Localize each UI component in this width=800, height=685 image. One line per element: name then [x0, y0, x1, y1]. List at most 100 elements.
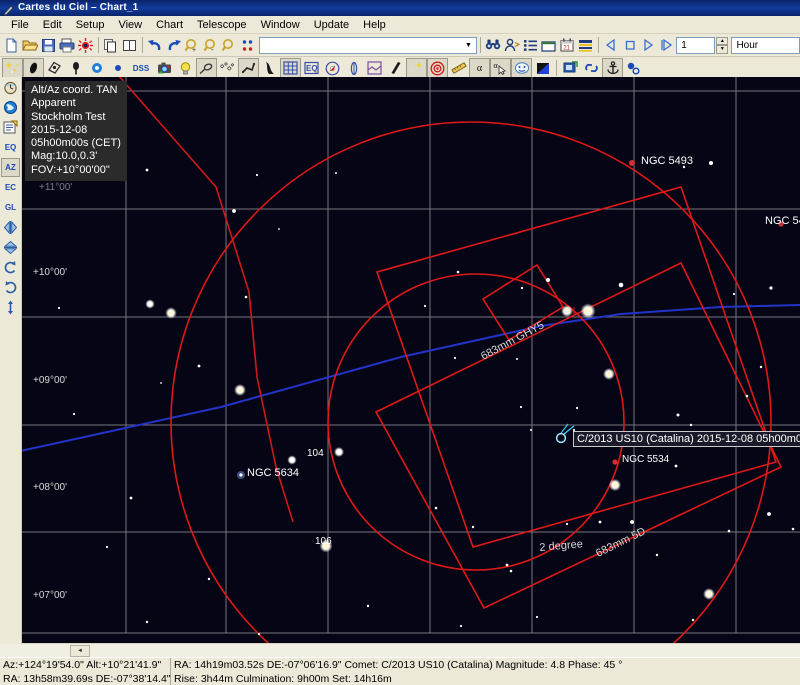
star[interactable]	[566, 523, 568, 525]
star[interactable]	[73, 413, 75, 415]
comet-button[interactable]	[196, 58, 217, 78]
anchor-button[interactable]	[602, 58, 623, 78]
star[interactable]	[656, 554, 658, 556]
star[interactable]	[706, 591, 713, 598]
sparkle-button[interactable]	[406, 58, 427, 78]
star[interactable]	[424, 305, 426, 307]
star[interactable]	[367, 605, 369, 607]
star[interactable]	[767, 512, 771, 516]
star[interactable]	[146, 169, 149, 172]
selected-object-label[interactable]: C/2013 US10 (Catalina) 2015-12-08 05h00m…	[573, 431, 800, 447]
star[interactable]	[198, 365, 201, 368]
milky-way-button[interactable]	[343, 58, 364, 78]
star[interactable]	[58, 307, 60, 309]
star[interactable]	[278, 228, 280, 230]
ngc-5493-label[interactable]: NGC 5493	[641, 155, 693, 167]
star-106-label[interactable]: 106	[315, 536, 332, 547]
sun-red-button[interactable]	[76, 35, 95, 55]
star[interactable]	[530, 429, 532, 431]
observer-button[interactable]	[502, 35, 521, 55]
menu-setup[interactable]: Setup	[69, 17, 112, 33]
star[interactable]	[516, 358, 518, 360]
ngc-5534-label[interactable]: NGC 5534	[622, 454, 669, 465]
date-button[interactable]: 21	[558, 35, 577, 55]
menu-telescope[interactable]: Telescope	[190, 17, 254, 33]
menu-file[interactable]: File	[4, 17, 36, 33]
ruler-button[interactable]	[448, 58, 469, 78]
star[interactable]	[675, 465, 678, 468]
star[interactable]	[690, 424, 692, 426]
horizontal-scrollbar[interactable]: ◄	[0, 643, 800, 658]
star[interactable]	[237, 387, 244, 394]
print-button[interactable]	[58, 35, 77, 55]
dot-blue-button[interactable]	[107, 58, 128, 78]
sidebar-ec-button[interactable]: EC	[1, 178, 20, 197]
star[interactable]	[692, 619, 694, 621]
star[interactable]	[232, 209, 236, 213]
spinner-up-icon[interactable]: ▲	[716, 37, 728, 46]
ngc-5476-label[interactable]: NGC 5476	[765, 215, 800, 227]
star[interactable]	[208, 578, 210, 580]
nebula-button[interactable]	[23, 58, 44, 78]
object-list-button[interactable]	[521, 35, 540, 55]
sidebar-earth-button[interactable]	[1, 98, 20, 117]
time-step-spinner[interactable]: ▲ ▼	[716, 37, 728, 54]
menu-view[interactable]: View	[111, 17, 149, 33]
time-step-forward-button[interactable]	[658, 35, 677, 55]
calendar-button[interactable]	[540, 35, 559, 55]
star[interactable]	[256, 174, 258, 176]
eq-grid-button[interactable]: EQ	[301, 58, 322, 78]
planetary-nebula-button[interactable]	[65, 58, 86, 78]
time-play-button[interactable]	[639, 35, 658, 55]
save-chart-button[interactable]	[39, 35, 58, 55]
star[interactable]	[335, 172, 337, 174]
star[interactable]	[630, 520, 634, 524]
star[interactable]	[760, 366, 762, 368]
star[interactable]	[746, 395, 749, 398]
link-button[interactable]	[581, 58, 602, 78]
sidebar-az-button[interactable]: AZ	[1, 158, 20, 177]
sidebar-gl-button[interactable]: GL	[1, 198, 20, 217]
sidebar-eq-button[interactable]: EQ	[1, 138, 20, 157]
redo-button[interactable]	[164, 35, 183, 55]
alpha-coord-button[interactable]: α	[469, 58, 490, 78]
zoom-selection-button[interactable]	[238, 35, 257, 55]
time-step-unit[interactable]: Hour	[731, 37, 800, 54]
sidebar-flip-button[interactable]	[1, 298, 20, 317]
star[interactable]	[245, 296, 248, 299]
star[interactable]	[147, 301, 152, 306]
night-vision-button[interactable]	[532, 58, 553, 78]
sidebar-chart-setup-button[interactable]	[1, 118, 20, 137]
star[interactable]	[709, 161, 713, 165]
star[interactable]	[728, 530, 731, 533]
sidebar-rotate-cw-button[interactable]	[1, 278, 20, 297]
time-step-value[interactable]: 1	[676, 37, 715, 54]
photo-button[interactable]	[154, 58, 175, 78]
star[interactable]	[769, 286, 772, 289]
star[interactable]	[130, 497, 133, 500]
star[interactable]	[258, 633, 260, 635]
time-step-back-button[interactable]	[602, 35, 621, 55]
search-button[interactable]	[484, 35, 503, 55]
scroll-thumb[interactable]: ◄	[70, 645, 90, 657]
sky-chart-canvas[interactable]: Alt/Az coord. TAN Apparent Stockholm Tes…	[21, 77, 800, 643]
compass-button[interactable]	[322, 58, 343, 78]
star[interactable]	[792, 528, 795, 531]
galaxy-button[interactable]	[44, 58, 65, 78]
stars-button[interactable]	[2, 58, 23, 78]
star[interactable]	[146, 621, 148, 623]
star[interactable]	[546, 278, 550, 282]
grid-button[interactable]	[280, 58, 301, 78]
star[interactable]	[599, 521, 602, 524]
star[interactable]	[336, 449, 342, 455]
lightbulb-button[interactable]	[175, 58, 196, 78]
zoom-in-button[interactable]: +	[183, 35, 202, 55]
star[interactable]	[160, 382, 162, 384]
spinner-down-icon[interactable]: ▼	[716, 45, 728, 54]
star[interactable]	[289, 457, 294, 462]
sidebar-rotate-ccw-button[interactable]	[1, 258, 20, 277]
star[interactable]	[733, 293, 735, 295]
time-stop-button[interactable]	[621, 35, 640, 55]
undo-button[interactable]	[146, 35, 165, 55]
star[interactable]	[506, 564, 509, 567]
